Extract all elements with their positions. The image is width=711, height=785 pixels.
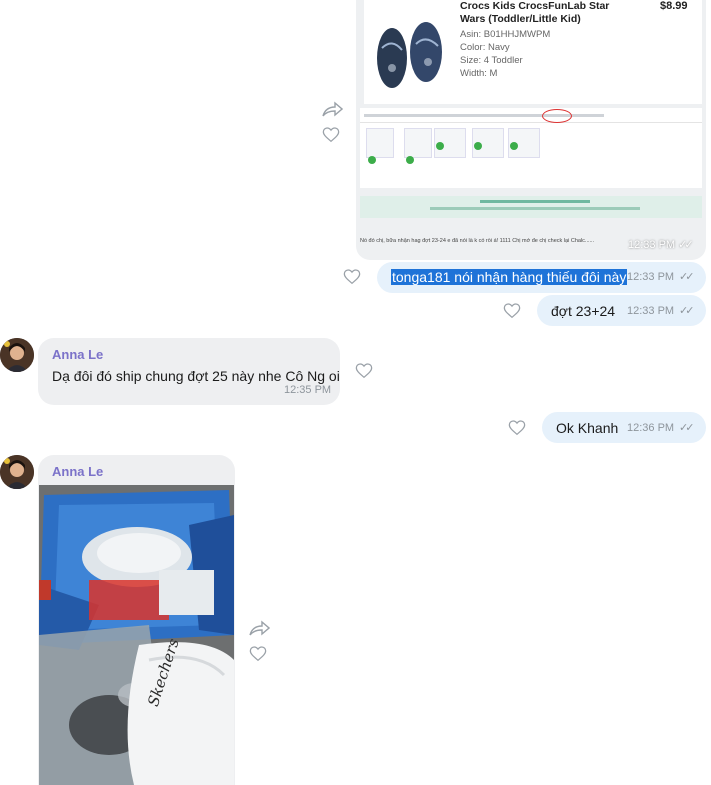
message-time: 12:33 PM ✓✓ [628, 238, 694, 251]
heart-icon [322, 127, 340, 143]
message-bubble-outgoing[interactable]: tonga181 nói nhận hàng thiếu đôi này 12:… [377, 262, 706, 293]
avatar[interactable] [0, 455, 34, 489]
forward-button[interactable] [248, 620, 271, 643]
message-bubble-incoming[interactable]: Anna Le Skechers [38, 455, 235, 785]
product-size: Size: 4 Toddler [460, 55, 523, 66]
forward-icon [249, 620, 271, 636]
sender-name[interactable]: Anna Le [52, 347, 103, 362]
message-time: 12:33 PM [627, 271, 675, 283]
message-bubble-incoming[interactable]: Anna Le Dạ đôi đó ship chung đợt 25 này … [38, 338, 340, 405]
explorer-thumbnails [364, 126, 694, 180]
avatar-image [0, 455, 34, 489]
avatar-image [0, 338, 34, 372]
clog-shoes-image [377, 22, 442, 88]
message-time: 12:36 PM [627, 422, 675, 434]
message-text: Dạ đôi đó ship chung đợt 25 này nhe Cô N… [52, 368, 340, 384]
read-checks-icon: ✓✓ [678, 239, 694, 251]
message-time: 12:33 PM [627, 305, 675, 317]
sender-name[interactable]: Anna Le [52, 464, 103, 479]
heart-icon [355, 363, 373, 379]
product-asin: Asin: B01HHJMWPM [460, 29, 551, 40]
heart-icon [503, 303, 521, 319]
product-price: $8.99 [660, 0, 688, 12]
product-title: Crocs Kids CrocsFunLab Star Wars (Toddle… [460, 0, 610, 25]
read-checks-icon: ✓✓ [679, 271, 695, 283]
message-time: 12:35 PM [284, 384, 332, 396]
product-color: Color: Navy [460, 42, 510, 53]
forward-button[interactable] [321, 101, 344, 124]
like-button[interactable] [322, 126, 340, 149]
message-bubble-outgoing[interactable]: đợt 23+24 12:33 PM ✓✓ [537, 295, 706, 326]
product-card: Crocs Kids CrocsFunLab Star Wars (Toddle… [364, 0, 702, 104]
read-checks-icon: ✓✓ [679, 305, 695, 317]
forward-icon [322, 101, 344, 117]
product-width: Width: M [460, 68, 498, 79]
like-button[interactable] [503, 302, 521, 325]
circled-folder [542, 109, 572, 123]
like-button[interactable] [355, 362, 373, 385]
like-button[interactable] [508, 419, 526, 442]
photo-attachment[interactable]: Skechers [39, 485, 234, 785]
package-photo [39, 485, 234, 785]
product-image [368, 8, 452, 96]
heart-icon [343, 269, 361, 285]
screenshot-notice [360, 196, 702, 218]
read-checks-icon: ✓✓ [679, 422, 695, 434]
like-button[interactable] [343, 268, 361, 291]
heart-icon [249, 646, 267, 662]
avatar[interactable] [0, 338, 34, 372]
message-text: Ok Khanh [556, 420, 619, 436]
image-message-outgoing[interactable]: Crocs Kids CrocsFunLab Star Wars (Toddle… [356, 0, 706, 260]
like-button[interactable] [249, 645, 267, 668]
message-bubble-outgoing[interactable]: Ok Khanh 12:36 PM ✓✓ [542, 412, 706, 443]
explorer-screenshot [360, 108, 702, 188]
message-text-selected[interactable]: tonga181 nói nhận hàng thiếu đôi này [391, 269, 628, 285]
message-text: đợt 23+24 [551, 303, 616, 319]
heart-icon [508, 420, 526, 436]
screenshot-caption: Nó đó chị, bữa nhận hag đợt 23-24 e đã n… [360, 238, 595, 244]
time-text: 12:33 PM [628, 239, 676, 251]
explorer-pathbar [360, 109, 702, 123]
